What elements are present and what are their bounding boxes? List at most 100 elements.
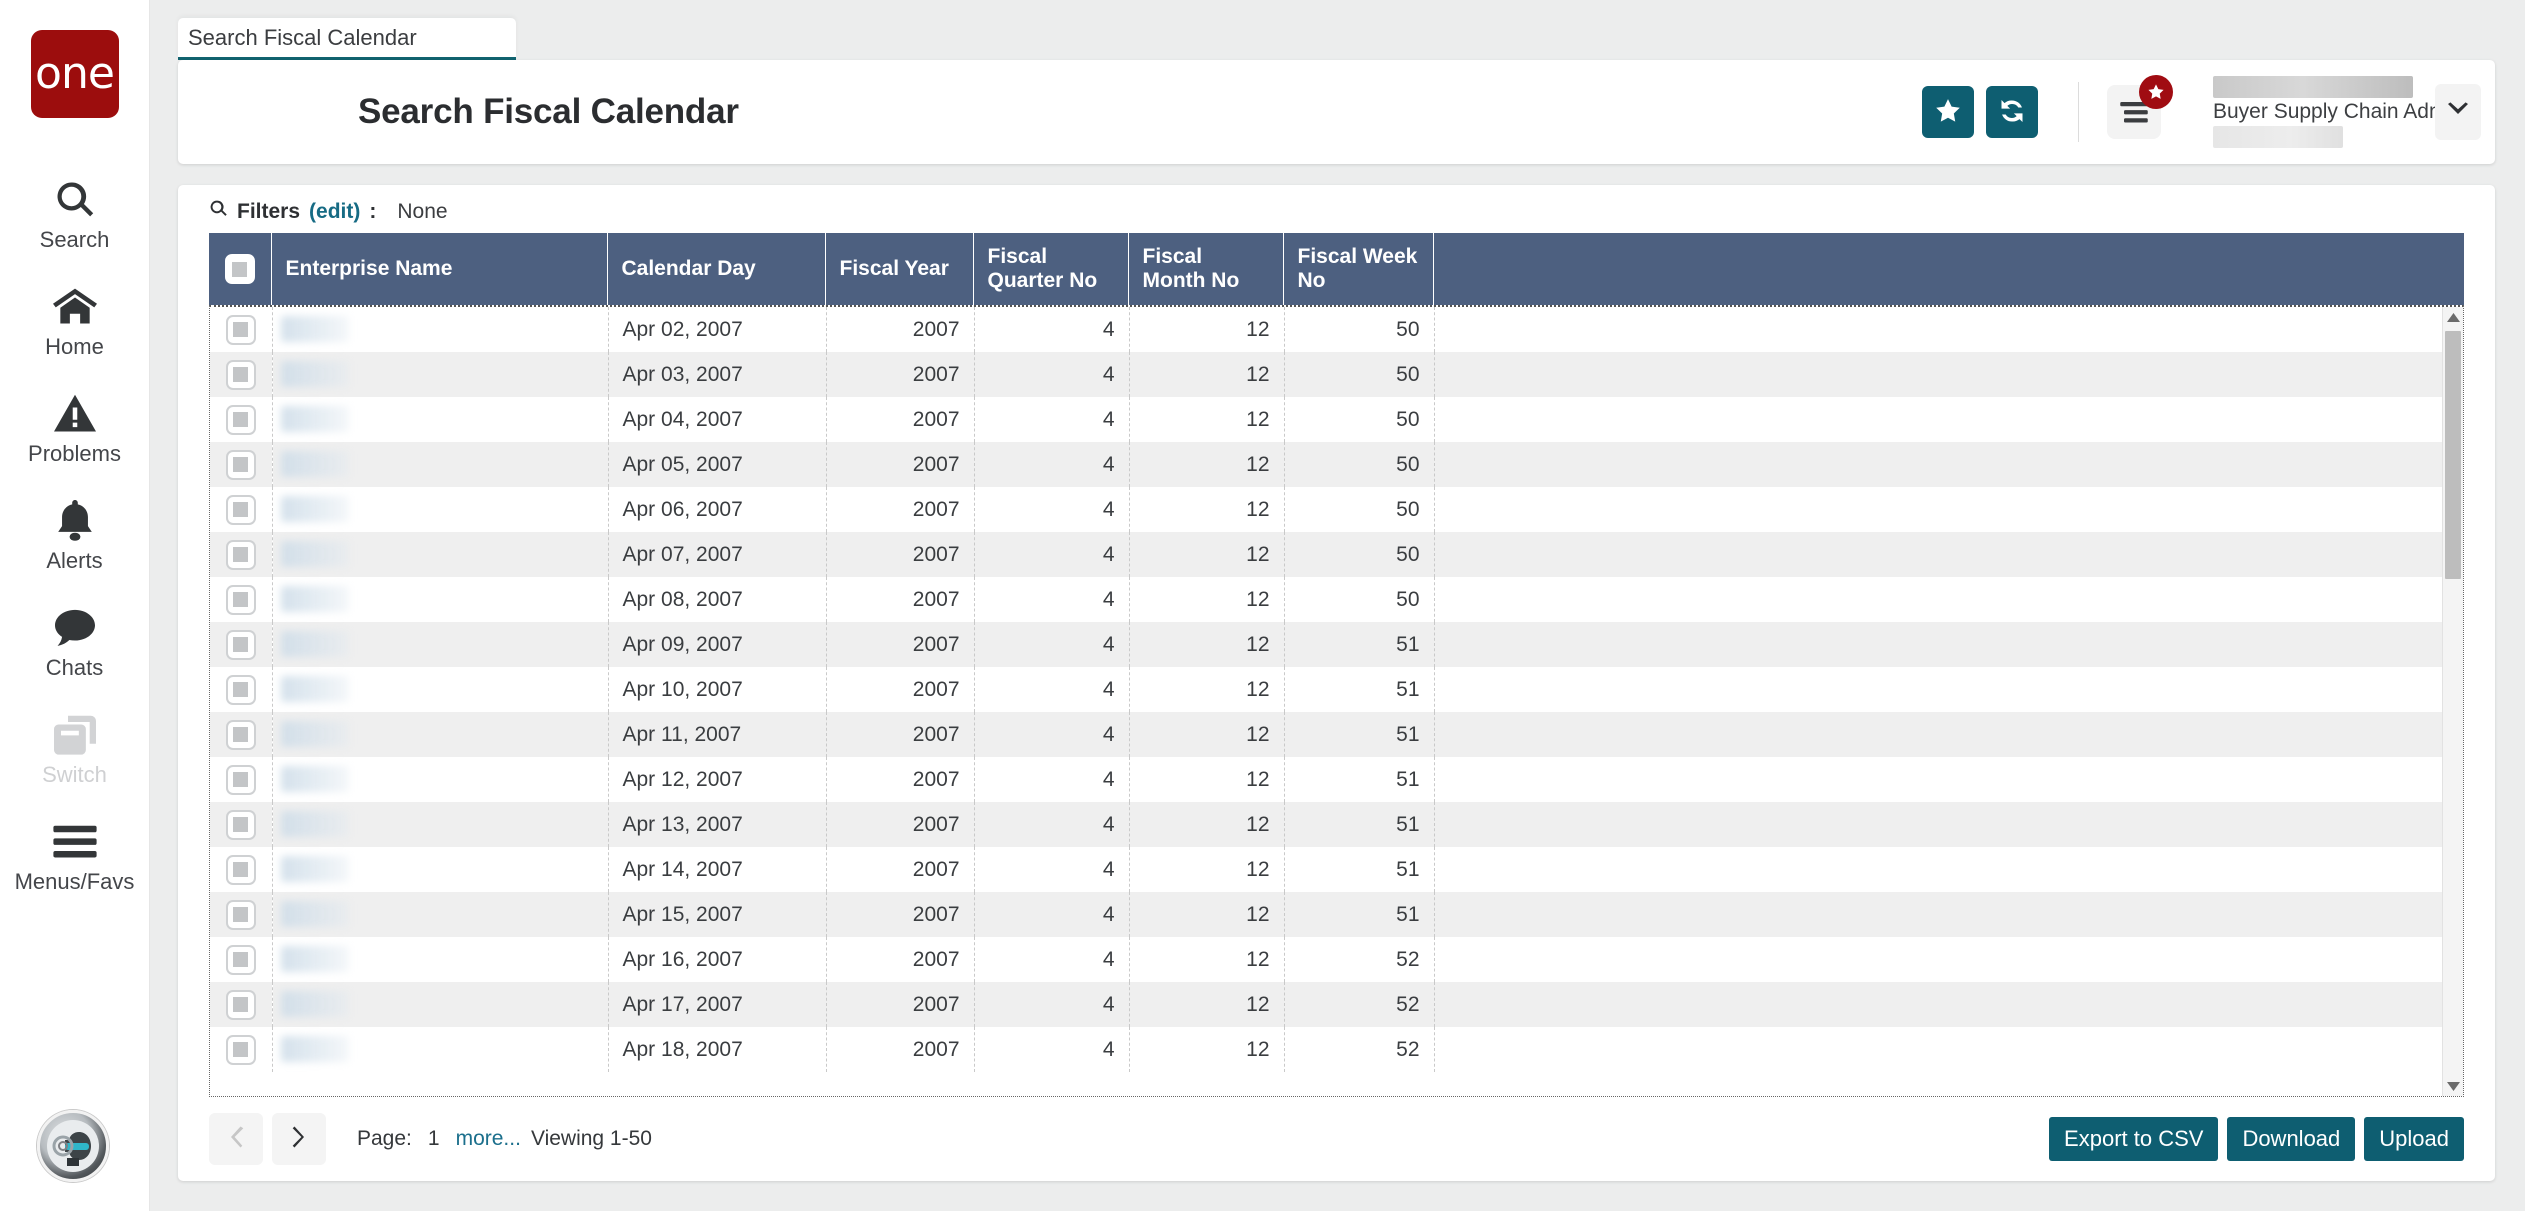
sidebar-item-menus-favs[interactable]: Menus/Favs — [0, 802, 149, 909]
row-checkbox[interactable] — [225, 719, 256, 750]
row-checkbox[interactable] — [225, 674, 256, 705]
filters-value: None — [397, 199, 448, 223]
refresh-button[interactable] — [1986, 86, 2038, 138]
next-page-button[interactable] — [272, 1113, 326, 1165]
row-select-cell — [210, 442, 273, 488]
user-avatar[interactable] — [37, 1110, 109, 1182]
download-button[interactable]: Download — [2227, 1117, 2356, 1161]
sidebar-item-label: Home — [45, 334, 104, 359]
table-row[interactable]: Apr 10, 2007 2007 4 12 51 — [210, 667, 2463, 713]
column-header-fiscal-quarter-no[interactable]: Fiscal Quarter No — [973, 233, 1129, 306]
row-checkbox[interactable] — [225, 1034, 256, 1065]
redacted-value — [280, 541, 349, 568]
sidebar-item-problems[interactable]: Problems — [0, 374, 149, 481]
table-row[interactable]: Apr 08, 2007 2007 4 12 50 — [210, 577, 2463, 623]
tab-search-fiscal-calendar[interactable]: Search Fiscal Calendar — [178, 18, 516, 60]
sidebar-item-search[interactable]: Search — [0, 160, 149, 267]
row-checkbox[interactable] — [225, 494, 256, 525]
select-all-checkbox[interactable] — [224, 254, 255, 285]
cell-calendar-day: Apr 16, 2007 — [608, 937, 827, 983]
cell-fiscal-year: 2007 — [826, 352, 975, 398]
table-row[interactable]: Apr 18, 2007 2007 4 12 52 — [210, 1027, 2463, 1073]
search-icon — [209, 199, 228, 224]
redacted-value — [280, 631, 349, 658]
scrollbar-thumb[interactable] — [2445, 331, 2461, 580]
table-row[interactable]: Apr 15, 2007 2007 4 12 51 — [210, 892, 2463, 938]
table-row[interactable]: Apr 05, 2007 2007 4 12 50 — [210, 442, 2463, 488]
cell-spacer — [1434, 442, 2463, 488]
pagination-status: Page: 1 more... Viewing 1-50 — [357, 1127, 652, 1151]
row-select-cell — [210, 397, 273, 443]
row-select-cell — [210, 1027, 273, 1073]
viewing-range: Viewing 1-50 — [530, 1127, 652, 1150]
table-row[interactable]: Apr 03, 2007 2007 4 12 50 — [210, 352, 2463, 398]
table-row[interactable]: Apr 16, 2007 2007 4 12 52 — [210, 937, 2463, 983]
row-checkbox[interactable] — [225, 584, 256, 615]
row-checkbox[interactable] — [225, 764, 256, 795]
cell-spacer — [1434, 892, 2463, 938]
user-menu-toggle[interactable] — [2435, 84, 2481, 140]
table-row[interactable]: Apr 13, 2007 2007 4 12 51 — [210, 802, 2463, 848]
scroll-up-arrow[interactable] — [2443, 307, 2463, 327]
table-row[interactable]: Apr 14, 2007 2007 4 12 51 — [210, 847, 2463, 893]
row-checkbox[interactable] — [225, 314, 256, 345]
scroll-down-arrow[interactable] — [2443, 1076, 2463, 1096]
redacted-value — [280, 901, 349, 928]
table-row[interactable]: Apr 09, 2007 2007 4 12 51 — [210, 622, 2463, 668]
cell-fiscal-month-no: 12 — [1129, 757, 1285, 803]
table-row[interactable]: Apr 07, 2007 2007 4 12 50 — [210, 532, 2463, 578]
menus-favorites-button[interactable] — [2107, 75, 2173, 139]
row-checkbox[interactable] — [225, 989, 256, 1020]
row-checkbox[interactable] — [225, 809, 256, 840]
row-checkbox[interactable] — [225, 404, 256, 435]
cell-fiscal-quarter-no: 4 — [974, 712, 1130, 758]
column-header-fiscal-month-no[interactable]: Fiscal Month No — [1128, 233, 1284, 306]
row-checkbox[interactable] — [225, 944, 256, 975]
row-checkbox[interactable] — [225, 449, 256, 480]
one-logo[interactable]: one — [30, 30, 119, 118]
filters-colon: : — [369, 199, 377, 223]
table-row[interactable]: Apr 12, 2007 2007 4 12 51 — [210, 757, 2463, 803]
cell-calendar-day: Apr 06, 2007 — [608, 487, 827, 533]
sidebar-item-alerts[interactable]: Alerts — [0, 481, 149, 588]
sidebar-item-label: Chats — [45, 655, 104, 680]
cell-enterprise-name — [272, 352, 609, 398]
cell-fiscal-week-no: 50 — [1284, 577, 1435, 623]
row-checkbox[interactable] — [225, 899, 256, 930]
table-row[interactable]: Apr 11, 2007 2007 4 12 51 — [210, 712, 2463, 758]
cell-calendar-day: Apr 07, 2007 — [608, 532, 827, 578]
previous-page-button[interactable] — [209, 1113, 263, 1165]
column-header-calendar-day[interactable]: Calendar Day — [607, 233, 826, 306]
home-icon — [0, 284, 149, 330]
favorite-button[interactable] — [1922, 86, 1974, 138]
column-header-fiscal-year[interactable]: Fiscal Year — [825, 233, 974, 306]
table-body: Apr 02, 2007 2007 4 12 50 Apr 03, 2007 2007 4 12… — [210, 307, 2463, 1073]
sidebar-item-switch[interactable]: Switch — [0, 695, 149, 802]
cell-fiscal-quarter-no: 4 — [974, 1027, 1130, 1073]
cell-spacer — [1434, 352, 2463, 398]
filters-label: Filters — [237, 199, 301, 223]
page-number[interactable]: 1 — [428, 1127, 440, 1151]
export-to-csv-button[interactable]: Export to CSV — [2049, 1117, 2219, 1161]
table-row[interactable]: Apr 06, 2007 2007 4 12 50 — [210, 487, 2463, 533]
cell-fiscal-year: 2007 — [826, 1027, 975, 1073]
cell-fiscal-quarter-no: 4 — [974, 802, 1130, 848]
upload-button[interactable]: Upload — [2364, 1117, 2464, 1161]
table-row[interactable]: Apr 17, 2007 2007 4 12 52 — [210, 982, 2463, 1028]
row-checkbox[interactable] — [225, 629, 256, 660]
row-checkbox[interactable] — [225, 854, 256, 885]
table-row[interactable]: Apr 04, 2007 2007 4 12 50 — [210, 397, 2463, 443]
grid-vertical-scrollbar[interactable] — [2442, 307, 2463, 1096]
user-menu[interactable]: Buyer Supply Chain Admin — [2213, 76, 2463, 148]
grid-body-scroll-region[interactable]: Apr 02, 2007 2007 4 12 50 Apr 03, 2007 2007 4 12… — [209, 305, 2464, 1097]
column-header-fiscal-week-no[interactable]: Fiscal Week No — [1283, 233, 1434, 306]
more-pages-link[interactable]: more... — [456, 1127, 521, 1151]
filters-edit-link[interactable]: (edit) — [309, 200, 360, 224]
column-header-enterprise-name[interactable]: Enterprise Name — [271, 233, 608, 306]
sidebar-item-chats[interactable]: Chats — [0, 588, 149, 695]
sidebar-item-home[interactable]: Home — [0, 267, 149, 374]
row-checkbox[interactable] — [225, 539, 256, 570]
row-checkbox[interactable] — [225, 359, 256, 390]
grid-header-table: Enterprise Name Calendar Day Fiscal Year… — [209, 233, 2464, 306]
table-row[interactable]: Apr 02, 2007 2007 4 12 50 — [210, 307, 2463, 353]
